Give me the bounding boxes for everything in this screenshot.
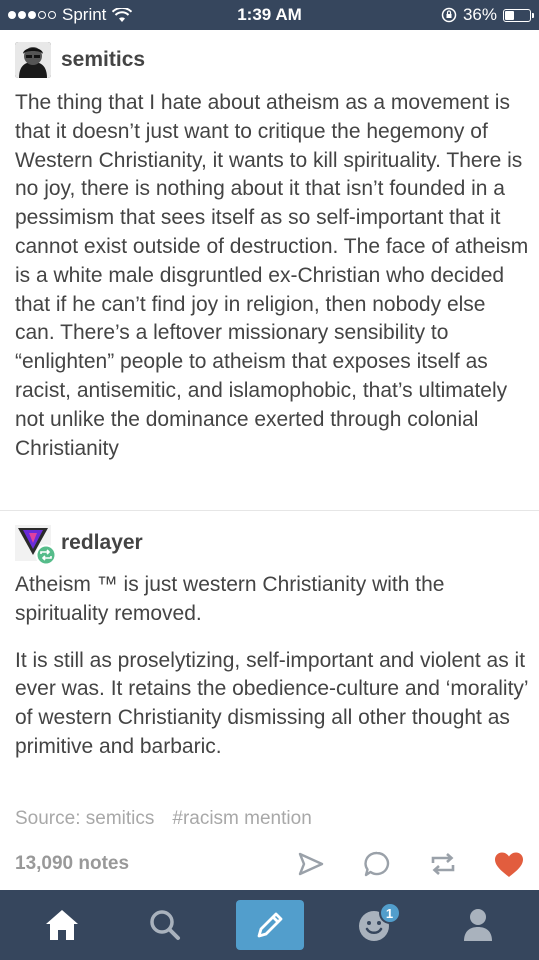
status-time: 1:39 AM — [237, 5, 302, 24]
notification-badge: 1 — [378, 902, 401, 924]
battery-level — [505, 10, 514, 20]
tab-search[interactable] — [133, 900, 197, 950]
username-redlayer[interactable]: redlayer — [61, 531, 143, 555]
like-button[interactable] — [493, 848, 525, 880]
status-bar: Sprint 1:39 AM 36% — [0, 0, 539, 30]
source-link[interactable]: Source: semitics — [15, 808, 154, 830]
share-icon — [298, 852, 324, 876]
status-left: Sprint — [8, 5, 188, 25]
pencil-icon — [257, 912, 282, 938]
reblog-paragraph: Atheism ™ is just western Christianity w… — [15, 573, 445, 625]
search-icon — [149, 910, 180, 940]
tab-home[interactable] — [30, 900, 94, 950]
reply-button[interactable] — [361, 848, 393, 880]
orientation-lock-icon — [441, 7, 457, 23]
reblog-divider — [0, 510, 539, 511]
tab-account[interactable] — [446, 900, 510, 950]
reblog-body-semitics: The thing that I hate about atheism as a… — [15, 89, 530, 463]
reblog-button[interactable] — [427, 848, 459, 880]
reblog-header-semitics[interactable]: semitics — [15, 42, 145, 78]
username-semitics[interactable]: semitics — [61, 48, 145, 72]
reply-icon — [364, 851, 390, 877]
carrier-name: Sprint — [62, 5, 107, 24]
share-button[interactable] — [295, 848, 327, 880]
avatar-redlayer[interactable] — [15, 525, 57, 566]
wifi-icon — [112, 7, 133, 22]
battery-percent: 36% — [462, 5, 497, 24]
tab-compose[interactable] — [235, 900, 304, 950]
notes-count[interactable]: 13,090 notes — [15, 853, 295, 875]
status-right: 36% — [351, 5, 534, 25]
reblog-body-redlayer: Atheism ™ is just western Christianity w… — [15, 571, 530, 762]
tab-bar: 1 — [0, 890, 539, 960]
home-icon — [45, 910, 78, 940]
post-actions — [295, 848, 525, 880]
reblog-icon — [431, 853, 455, 875]
reblog-paragraph: The thing that I hate about atheism as a… — [15, 91, 529, 460]
account-icon — [463, 909, 492, 941]
signal-icon — [8, 11, 56, 19]
heart-icon — [495, 852, 523, 877]
notes-row: 13,090 notes — [15, 848, 525, 880]
reblog-paragraph: It is still as proselytizing, self-impor… — [15, 648, 528, 758]
battery-icon — [503, 8, 534, 22]
reblog-header-redlayer[interactable]: redlayer — [15, 525, 143, 566]
post-footer: Source: semitics #racism mention — [15, 808, 312, 830]
tag-link[interactable]: #racism mention — [172, 808, 311, 830]
avatar-semitics[interactable] — [15, 42, 51, 78]
tab-activity[interactable]: 1 — [343, 900, 407, 950]
